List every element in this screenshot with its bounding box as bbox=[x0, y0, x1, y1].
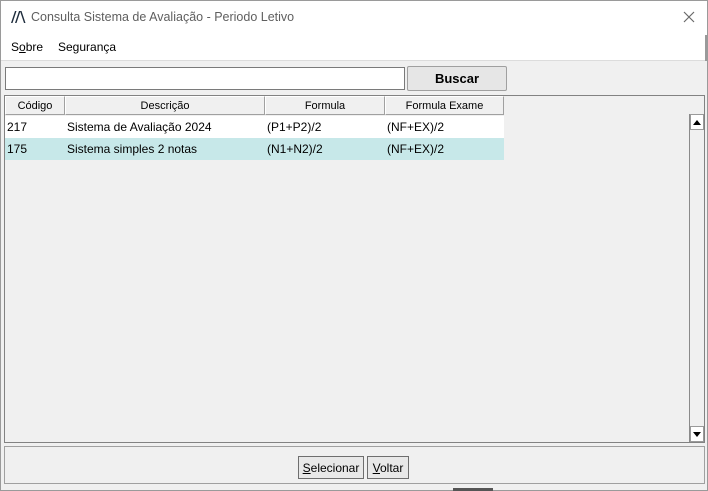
menu-sobre-label: Sobre bbox=[11, 40, 44, 54]
search-button[interactable]: Buscar bbox=[407, 66, 507, 91]
arrow-up-icon bbox=[693, 119, 701, 125]
footer-panel: Selecionar Voltar bbox=[4, 446, 705, 484]
select-button[interactable]: Selecionar bbox=[298, 456, 364, 479]
title-bar: Consulta Sistema de Avaliação - Periodo … bbox=[1, 1, 707, 33]
back-button-label: Voltar bbox=[372, 460, 404, 475]
back-button[interactable]: Voltar bbox=[367, 456, 409, 479]
grid-body: Código Descrição Formula Formula Exame 2… bbox=[5, 96, 688, 442]
arrow-down-icon bbox=[693, 431, 701, 437]
search-input[interactable] bbox=[5, 67, 405, 90]
column-header-formula-exame[interactable]: Formula Exame bbox=[385, 96, 504, 115]
dialog-window: Consulta Sistema de Avaliação - Periodo … bbox=[0, 0, 708, 491]
cell-formula-exame: (NF+EX)/2 bbox=[387, 120, 445, 134]
cell-descricao: Sistema de Avaliação 2024 bbox=[67, 120, 212, 134]
cell-formula: (N1+N2)/2 bbox=[267, 142, 323, 156]
menu-seguranca[interactable]: Segurança bbox=[58, 40, 116, 54]
cell-codigo: 175 bbox=[7, 142, 28, 156]
menu-sobre[interactable]: Sobre bbox=[11, 40, 43, 54]
app-logo-icon bbox=[11, 11, 26, 23]
vertical-scrollbar[interactable] bbox=[689, 114, 704, 442]
column-header-formula[interactable]: Formula bbox=[265, 96, 385, 115]
menu-divider bbox=[705, 35, 707, 61]
scroll-down-button[interactable] bbox=[690, 426, 704, 442]
column-header-codigo[interactable]: Código bbox=[5, 96, 65, 115]
table-row[interactable]: 217 Sistema de Avaliação 2024 (P1+P2)/2 … bbox=[5, 116, 504, 138]
cell-formula: (P1+P2)/2 bbox=[267, 120, 322, 134]
close-icon[interactable] bbox=[681, 9, 697, 25]
cell-descricao: Sistema simples 2 notas bbox=[67, 142, 198, 156]
select-button-label: Selecionar bbox=[302, 460, 360, 475]
scroll-up-button[interactable] bbox=[690, 114, 704, 130]
results-grid: Código Descrição Formula Formula Exame 2… bbox=[4, 95, 705, 443]
table-row-selected[interactable]: 175 Sistema simples 2 notas (N1+N2)/2 (N… bbox=[5, 138, 504, 160]
scroll-track[interactable] bbox=[690, 130, 704, 426]
column-header-descricao[interactable]: Descrição bbox=[65, 96, 265, 115]
cell-formula-exame: (NF+EX)/2 bbox=[387, 142, 445, 156]
cell-codigo: 217 bbox=[7, 120, 28, 134]
window-title: Consulta Sistema de Avaliação - Periodo … bbox=[31, 10, 295, 24]
menu-bar: Sobre Segurança bbox=[1, 33, 707, 61]
